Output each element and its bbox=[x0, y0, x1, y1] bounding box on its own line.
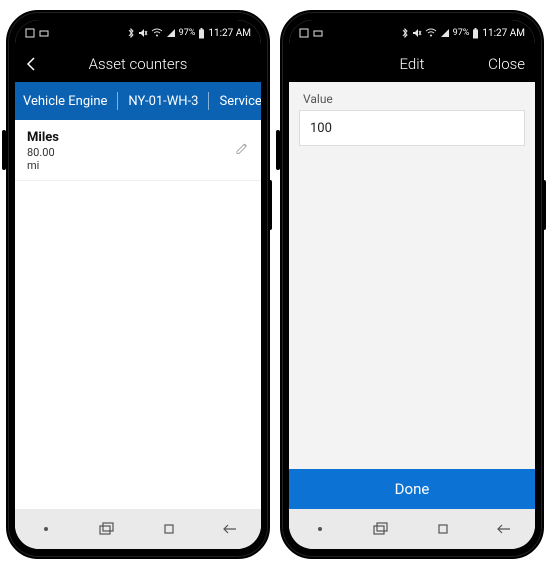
nav-home-button[interactable] bbox=[412, 522, 474, 536]
nav-notif-dot bbox=[318, 527, 322, 531]
android-status-bar: 97% 11:27 AM bbox=[15, 20, 261, 46]
nav-back-button[interactable] bbox=[200, 522, 262, 536]
page-title: Asset counters bbox=[15, 55, 261, 73]
pencil-icon[interactable] bbox=[235, 141, 249, 160]
title-bar: Edit Close bbox=[289, 46, 535, 82]
notif-icon bbox=[39, 28, 49, 38]
counter-name: Miles bbox=[27, 130, 249, 145]
signal-icon bbox=[166, 28, 176, 38]
bluetooth-icon bbox=[127, 28, 135, 38]
clock-text: 11:27 AM bbox=[208, 28, 251, 39]
counter-value: 80.00 bbox=[27, 146, 249, 159]
mute-icon bbox=[138, 28, 148, 38]
notif-icon bbox=[299, 28, 309, 38]
clock-text: 11:27 AM bbox=[482, 28, 525, 39]
battery-text: 97% bbox=[179, 28, 196, 38]
close-button[interactable]: Close bbox=[488, 55, 525, 73]
crumb-asset-type[interactable]: Vehicle Engine bbox=[23, 94, 107, 109]
nav-notif-dot bbox=[44, 527, 48, 531]
crumb-asset-id[interactable]: NY-01-WH-3 bbox=[128, 94, 198, 109]
mute-icon bbox=[412, 28, 422, 38]
value-field-label: Value bbox=[289, 92, 535, 110]
value-input[interactable]: 100 bbox=[299, 110, 525, 146]
crumb-sep bbox=[117, 92, 118, 110]
notif-icon bbox=[313, 28, 323, 38]
bluetooth-icon bbox=[401, 28, 409, 38]
wifi-icon bbox=[425, 28, 437, 38]
nav-back-button[interactable] bbox=[474, 522, 536, 536]
battery-icon bbox=[198, 28, 205, 39]
android-status-bar: 97% 11:27 AM bbox=[289, 20, 535, 46]
crumb-tail[interactable]: Service bbox=[219, 94, 261, 109]
battery-icon bbox=[472, 28, 479, 39]
nav-home-button[interactable] bbox=[138, 522, 200, 536]
done-button[interactable]: Done bbox=[289, 469, 535, 509]
title-bar: Asset counters bbox=[15, 46, 261, 82]
done-button-label: Done bbox=[395, 480, 430, 498]
content-area: Miles 80.00 mi bbox=[15, 120, 261, 509]
crumb-sep bbox=[208, 92, 209, 110]
form-area: Value 100 bbox=[289, 82, 535, 469]
notif-icon bbox=[25, 28, 35, 38]
back-button[interactable] bbox=[25, 56, 45, 72]
android-soft-nav bbox=[289, 509, 535, 549]
breadcrumb: Vehicle Engine NY-01-WH-3 Service bbox=[15, 82, 261, 120]
wifi-icon bbox=[151, 28, 163, 38]
counter-unit: mi bbox=[27, 159, 249, 172]
signal-icon bbox=[440, 28, 450, 38]
nav-recents-button[interactable] bbox=[77, 522, 139, 536]
phone-frame: 97% 11:27 AM Edit Close Value 100 bbox=[280, 10, 544, 559]
value-input-text: 100 bbox=[310, 121, 332, 136]
phone-frame: 97% 11:27 AM Asset counters Vehicle Engi… bbox=[6, 10, 270, 559]
counter-row[interactable]: Miles 80.00 mi bbox=[15, 120, 261, 181]
battery-text: 97% bbox=[453, 28, 470, 38]
nav-recents-button[interactable] bbox=[351, 522, 413, 536]
android-soft-nav bbox=[15, 509, 261, 549]
